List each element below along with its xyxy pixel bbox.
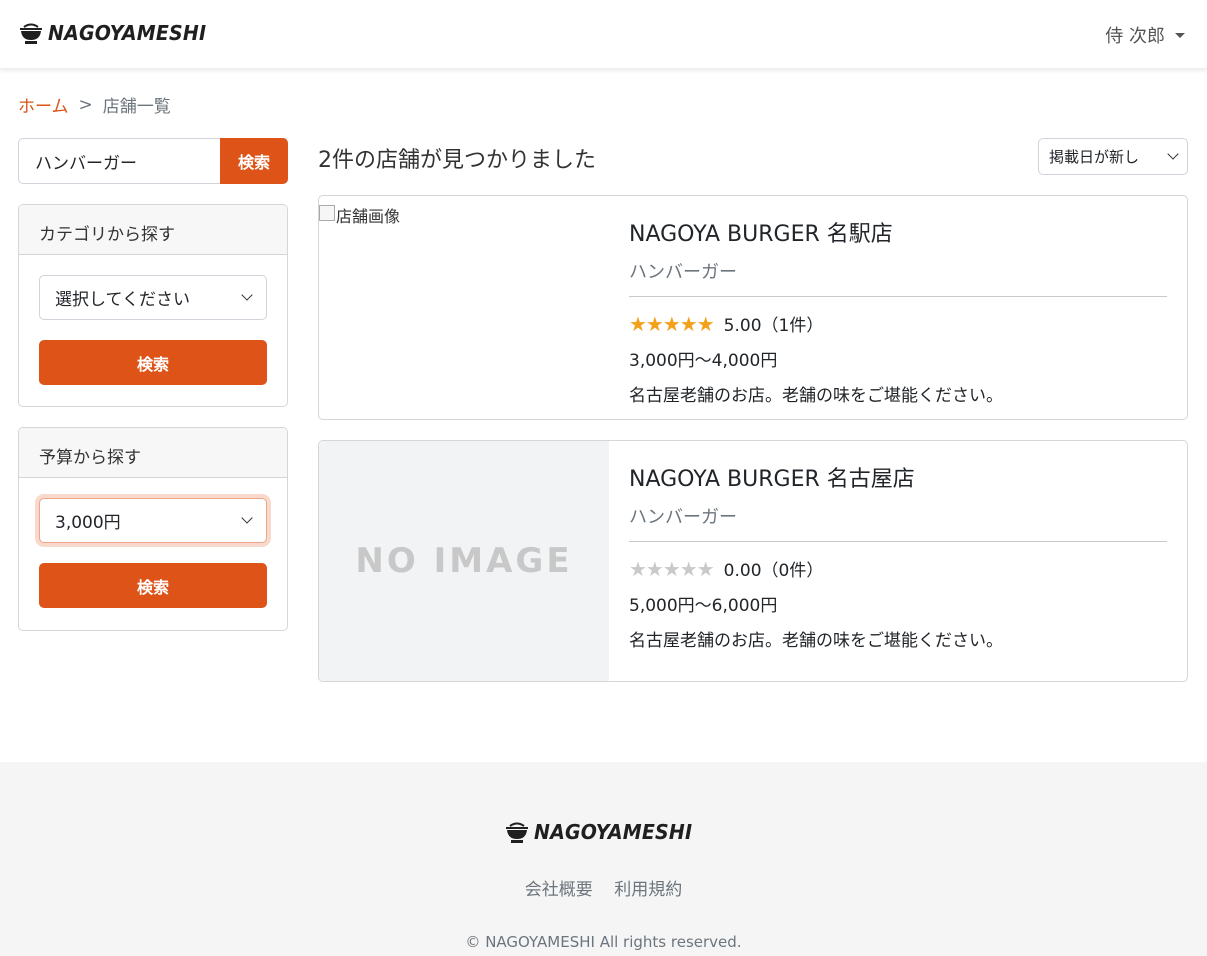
copyright: © NAGOYAMESHI All rights reserved.	[465, 933, 742, 951]
broken-image-icon	[319, 205, 335, 221]
bowl-icon	[506, 822, 528, 843]
chevron-down-icon	[241, 512, 253, 524]
footer-link-terms[interactable]: 利用規約	[614, 880, 682, 900]
chevron-down-icon	[1167, 148, 1179, 160]
category-select[interactable]: 選択してください	[39, 275, 267, 320]
caret-down-icon	[1175, 32, 1185, 38]
keyword-search-group: 検索	[18, 138, 288, 184]
breadcrumb: ホーム > 店舗一覧	[18, 92, 171, 118]
user-menu-dropdown[interactable]: 侍 次郎	[1105, 22, 1185, 48]
footer-link-company[interactable]: 会社概要	[525, 880, 593, 900]
category-select-value: 選択してください	[55, 290, 190, 310]
shop-image-alt: 店舗画像	[336, 207, 401, 226]
no-image-placeholder: NO IMAGE	[319, 441, 609, 681]
shop-price: 3,000円〜4,000円	[629, 351, 778, 371]
footer-brand-text: NAGOYAMESHI	[534, 820, 693, 844]
results-summary: 2件の店舗が見つかりました	[318, 148, 596, 173]
shop-image: 店舗画像	[319, 196, 609, 419]
budget-search-card: 予算から探す 3,000円 検索	[18, 427, 288, 631]
category-card-title: カテゴリから探す	[19, 205, 287, 255]
keyword-search-button[interactable]: 検索	[220, 138, 288, 184]
breadcrumb-current: 店舗一覧	[102, 97, 171, 117]
star-rating-icon: ★★★★★	[629, 311, 715, 336]
budget-select-value: 3,000円	[55, 513, 121, 533]
shop-description: 名古屋老舗のお店。老舗の味をご堪能ください。	[629, 386, 1003, 406]
breadcrumb-separator: >	[78, 94, 93, 115]
bowl-icon	[20, 23, 42, 44]
shop-name[interactable]: NAGOYA BURGER 名駅店	[629, 216, 1167, 248]
shop-category: ハンバーガー	[629, 258, 1167, 297]
chevron-down-icon	[241, 289, 253, 301]
shop-card[interactable]: NO IMAGE NAGOYA BURGER 名古屋店 ハンバーガー ★★★★★…	[318, 440, 1188, 682]
shop-rating-text: 0.00（0件）	[723, 561, 824, 581]
sort-select[interactable]: 掲載日が新し	[1038, 138, 1188, 175]
brand-text: NAGOYAMESHI	[48, 21, 207, 45]
keyword-search-input[interactable]	[18, 138, 220, 184]
shop-description: 名古屋老舗のお店。老舗の味をご堪能ください。	[629, 631, 1003, 651]
header-navbar: NAGOYAMESHI 侍 次郎	[0, 0, 1207, 69]
shop-card[interactable]: 店舗画像 NAGOYA BURGER 名駅店 ハンバーガー ★★★★★ 5.00…	[318, 195, 1188, 420]
shop-rating-text: 5.00（1件）	[723, 316, 824, 336]
star-rating-icon: ★★★★★	[629, 556, 715, 581]
category-search-card: カテゴリから探す 選択してください 検索	[18, 204, 288, 407]
brand-logo[interactable]: NAGOYAMESHI	[18, 20, 215, 46]
shop-name[interactable]: NAGOYA BURGER 名古屋店	[629, 461, 1167, 493]
category-search-button[interactable]: 検索	[39, 340, 267, 385]
shop-rating: ★★★★★ 0.00（0件）	[629, 556, 1167, 582]
budget-search-button[interactable]: 検索	[39, 563, 267, 608]
footer: NAGOYAMESHI 会社概要 利用規約 © NAGOYAMESHI All …	[0, 762, 1207, 956]
user-name: 侍 次郎	[1105, 26, 1165, 47]
footer-brand-logo[interactable]: NAGOYAMESHI	[504, 819, 701, 845]
footer-links: 会社概要 利用規約	[0, 875, 1207, 900]
budget-select[interactable]: 3,000円	[39, 498, 267, 543]
shop-rating: ★★★★★ 5.00（1件）	[629, 311, 1167, 337]
breadcrumb-home-link[interactable]: ホーム	[18, 92, 69, 117]
shop-price: 5,000円〜6,000円	[629, 596, 778, 616]
shop-category: ハンバーガー	[629, 503, 1167, 542]
budget-card-title: 予算から探す	[19, 428, 287, 478]
sort-select-value: 掲載日が新し	[1049, 148, 1140, 166]
